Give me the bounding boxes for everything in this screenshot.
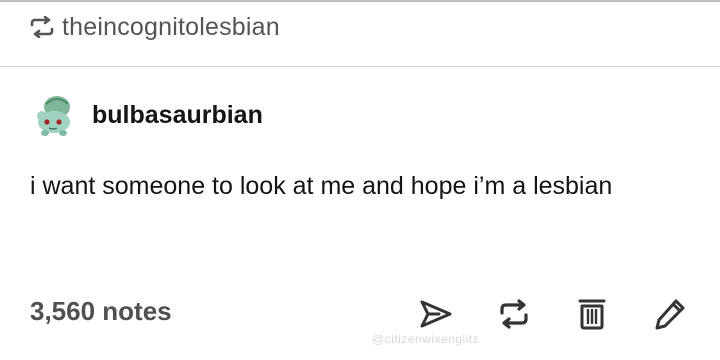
reblogger-username[interactable]: theincognitolesbian [62, 13, 280, 42]
post-author: bulbasaurbian [32, 92, 263, 138]
post-actions [416, 296, 690, 332]
header-divider [0, 66, 720, 67]
reblog-icon [28, 16, 56, 38]
share-icon[interactable] [416, 296, 456, 332]
edit-icon[interactable] [650, 296, 690, 332]
notes-count[interactable]: 3,560 notes [30, 296, 172, 327]
delete-icon[interactable] [572, 296, 612, 332]
watermark: @citizenwixenglitz [372, 332, 480, 346]
top-border [0, 0, 720, 2]
reblog-header: theincognitolesbian [28, 12, 280, 42]
bulbasaur-avatar-icon[interactable] [32, 92, 78, 138]
reblog-action-icon[interactable] [494, 296, 534, 332]
post-body: i want someone to look at me and hope i’… [30, 172, 613, 200]
tumblr-post: theincognitolesbian bulbasaurbian i want… [0, 0, 720, 360]
author-username[interactable]: bulbasaurbian [92, 101, 263, 130]
